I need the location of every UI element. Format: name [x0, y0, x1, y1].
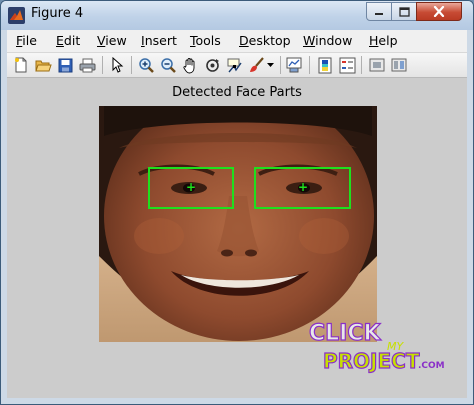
- menu-tools[interactable]: Tools: [190, 33, 221, 48]
- brush-icon: [249, 56, 264, 72]
- print-icon: [79, 58, 95, 72]
- show-plot-tools-icon: [391, 58, 407, 72]
- menu-view[interactable]: View: [97, 33, 127, 48]
- face-image: + +: [99, 106, 377, 342]
- pan-button[interactable]: [180, 55, 200, 75]
- dropdown-arrow-icon: [266, 62, 274, 67]
- pointer-icon: [112, 57, 124, 73]
- maximize-button[interactable]: [391, 2, 417, 21]
- edit-plot-button[interactable]: [107, 55, 127, 75]
- brush-dropdown[interactable]: [265, 55, 275, 75]
- zoom-in-button[interactable]: [136, 55, 156, 75]
- menu-help[interactable]: Help: [369, 33, 398, 48]
- legend-icon: [339, 57, 355, 73]
- print-button[interactable]: [77, 55, 97, 75]
- axes-title: Detected Face Parts: [172, 85, 302, 100]
- zoom-out-button[interactable]: [158, 55, 178, 75]
- save-icon: [58, 58, 72, 72]
- right-eye-center-marker: +: [298, 180, 309, 194]
- brush-button[interactable]: [246, 55, 266, 75]
- save-button[interactable]: [55, 55, 75, 75]
- figure-canvas: Detected Face Parts + + CLICK MY PROJECT…: [7, 78, 467, 398]
- close-icon: [433, 6, 445, 17]
- menu-edit[interactable]: Edit: [56, 33, 80, 48]
- minimize-button[interactable]: [366, 2, 392, 21]
- figure-toolbar: [7, 53, 467, 78]
- pan-hand-icon: [183, 57, 195, 73]
- left-eye-center-marker: +: [186, 180, 197, 194]
- maximize-icon: [398, 6, 410, 17]
- colorbar-icon: [318, 57, 332, 73]
- insert-legend-button[interactable]: [337, 55, 357, 75]
- minimize-icon: [375, 12, 383, 15]
- zoom-in-icon: [138, 57, 154, 73]
- open-file-button[interactable]: [33, 55, 53, 75]
- watermark-line3: PROJECT: [323, 349, 420, 373]
- rotate-3d-button[interactable]: [202, 55, 222, 75]
- hide-plot-tools-icon: [369, 58, 385, 72]
- data-cursor-icon: [227, 58, 242, 72]
- close-button[interactable]: [416, 2, 462, 21]
- menu-file[interactable]: File: [16, 33, 37, 48]
- zoom-out-icon: [160, 57, 176, 73]
- show-plot-tools-button[interactable]: [389, 55, 409, 75]
- hide-plot-tools-button[interactable]: [367, 55, 387, 75]
- figure-window: Figure 4 File Edit View Insert Tools Des…: [0, 0, 474, 405]
- new-figure-icon: [15, 57, 27, 73]
- link-plot-button[interactable]: [285, 55, 305, 75]
- menu-insert[interactable]: Insert: [141, 33, 177, 48]
- link-plot-icon: [286, 57, 302, 73]
- menu-desktop[interactable]: Desktop: [239, 33, 291, 48]
- matlab-logo-icon: [8, 7, 25, 24]
- watermark-suffix: .COM: [418, 361, 445, 371]
- insert-colorbar-button[interactable]: [315, 55, 335, 75]
- window-title: Figure 4: [31, 6, 84, 21]
- clickmyproject-watermark: CLICK MY PROJECT .COM: [308, 320, 445, 373]
- watermark-line1: CLICK: [309, 321, 381, 346]
- menu-window[interactable]: Window: [303, 33, 352, 48]
- menu-bar: File Edit View Insert Tools Desktop Wind…: [7, 30, 467, 53]
- new-figure-button[interactable]: [11, 55, 31, 75]
- face-photo: [99, 106, 377, 342]
- data-cursor-button[interactable]: [224, 55, 244, 75]
- open-file-icon: [34, 60, 52, 71]
- rotate-3d-icon: [205, 58, 219, 72]
- title-bar[interactable]: Figure 4: [1, 1, 473, 30]
